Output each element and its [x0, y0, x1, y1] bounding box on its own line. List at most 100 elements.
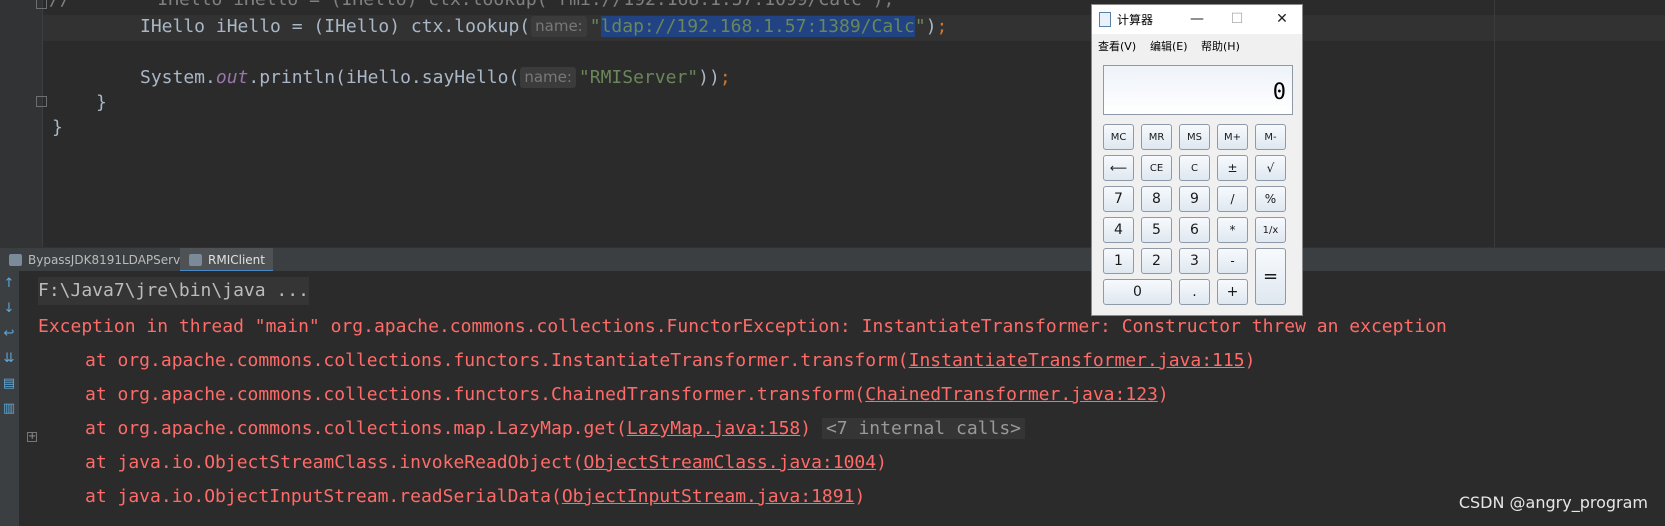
frame-text: at org.apache.commons.collections.map.La… — [85, 418, 627, 439]
key-6[interactable]: 6 — [1179, 217, 1210, 243]
close-button[interactable]: ✕ — [1268, 9, 1296, 29]
code-text: IHello iHello = (IHello) ctx.lookup( — [140, 16, 531, 37]
key-8[interactable]: 8 — [1141, 186, 1172, 212]
code-text: ) — [925, 16, 937, 37]
frame-text: ) — [1244, 350, 1256, 371]
tab-bypass-ldap-server[interactable]: BypassJDK8191LDAPServer — [0, 248, 201, 272]
key-mc[interactable]: MC — [1103, 124, 1134, 150]
right-margin-guide — [1494, 0, 1495, 247]
parameter-hint: name: — [531, 16, 587, 37]
key-divide[interactable]: / — [1217, 186, 1248, 212]
key-backspace[interactable]: ⟵ — [1103, 155, 1134, 181]
menu-help[interactable]: 帮助(H) — [1201, 38, 1240, 54]
console-output[interactable]: F:\Java7\jre\bin\java ... Exception in t… — [19, 271, 1665, 526]
up-arrow-icon[interactable]: ↑ — [2, 277, 16, 291]
key-multiply[interactable]: * — [1217, 217, 1248, 243]
tab-label: BypassJDK8191LDAPServer — [28, 253, 193, 267]
key-sqrt[interactable]: √ — [1255, 155, 1286, 181]
expand-icon[interactable]: + — [27, 432, 37, 442]
run-config-icon — [189, 254, 202, 266]
semicolon: ; — [936, 16, 948, 37]
fold-marker-icon[interactable] — [36, 96, 47, 107]
key-mr[interactable]: MR — [1141, 124, 1172, 150]
stack-frame: at org.apache.commons.collections.map.La… — [85, 415, 1026, 443]
key-9[interactable]: 9 — [1179, 186, 1210, 212]
stack-frame: at org.apache.commons.collections.functo… — [85, 347, 1255, 375]
soft-wrap-icon[interactable]: ↩ — [2, 327, 16, 341]
frame-text: at org.apache.commons.collections.functo… — [85, 384, 866, 405]
run-tab-bar: BypassJDK8191LDAPServer RMIClient — [0, 247, 1665, 272]
semicolon: ; — [719, 67, 731, 88]
calculator-titlebar[interactable]: 计算器 — ☐ ✕ — [1092, 5, 1302, 34]
key-plus[interactable]: + — [1217, 279, 1248, 305]
menu-edit[interactable]: 编辑(E) — [1150, 38, 1188, 54]
string-quote: " — [914, 16, 926, 37]
scroll-to-end-icon[interactable]: ⇊ — [2, 352, 16, 366]
code-line-lookup[interactable]: IHello iHello = (IHello) ctx.lookup(name… — [140, 14, 947, 40]
calculator-menubar: 查看(V) 编辑(E) 帮助(H) — [1092, 34, 1302, 56]
code-line-commented: // IHello iHello = (IHello) ctx.lookup("… — [49, 0, 894, 13]
frame-text: at org.apache.commons.collections.functo… — [85, 350, 909, 371]
source-link[interactable]: LazyMap.java:158 — [627, 418, 800, 439]
stack-frame: at java.io.ObjectInputStream.readSerialD… — [85, 483, 865, 511]
key-percent[interactable]: % — [1255, 186, 1286, 212]
parameter-hint: name: — [520, 67, 576, 88]
code-text: System. — [140, 67, 216, 88]
key-equals[interactable]: = — [1255, 248, 1286, 305]
key-ce[interactable]: CE — [1141, 155, 1172, 181]
maximize-button[interactable]: ☐ — [1223, 9, 1251, 29]
key-0[interactable]: 0 — [1103, 279, 1172, 305]
print-icon[interactable]: ▤ — [2, 377, 16, 391]
static-field-out: out — [215, 67, 249, 88]
watermark: CSDN @angry_program — [1458, 493, 1648, 512]
down-arrow-icon[interactable]: ↓ — [2, 302, 16, 316]
key-1[interactable]: 1 — [1103, 248, 1134, 274]
key-decimal[interactable]: . — [1179, 279, 1210, 305]
tab-rmi-client[interactable]: RMIClient — [180, 248, 273, 272]
trash-icon[interactable]: ▥ — [2, 402, 16, 416]
frame-text: at java.io.ObjectStreamClass.invokeReadO… — [85, 452, 584, 473]
menu-view[interactable]: 查看(V) — [1098, 38, 1136, 54]
minimize-button[interactable]: — — [1183, 9, 1211, 29]
source-link[interactable]: InstantiateTransformer.java:115 — [909, 350, 1245, 371]
code-line-brace-inner: } — [96, 92, 107, 113]
key-plus-minus[interactable]: ± — [1217, 155, 1248, 181]
code-line-brace-outer: } — [52, 117, 63, 138]
display-value: 0 — [1272, 80, 1286, 105]
fold-marker-icon[interactable] — [36, 0, 47, 9]
calculator-title: 计算器 — [1117, 13, 1154, 27]
run-config-icon — [9, 254, 22, 266]
source-link[interactable]: ChainedTransformer.java:123 — [865, 384, 1158, 405]
key-2[interactable]: 2 — [1141, 248, 1172, 274]
editor-gutter — [0, 0, 47, 247]
key-m-plus[interactable]: M+ — [1217, 124, 1248, 150]
selected-ldap-url[interactable]: ldap://192.168.1.57:1389/Calc — [600, 16, 915, 37]
code-text: )) — [698, 67, 720, 88]
frame-text: at java.io.ObjectInputStream.readSerialD… — [85, 486, 562, 507]
string-literal: "RMIServer" — [578, 67, 699, 88]
frame-text: ) — [854, 486, 866, 507]
key-4[interactable]: 4 — [1103, 217, 1134, 243]
code-line-println[interactable]: System.out.println(iHello.sayHello(name:… — [140, 65, 731, 91]
code-text: .println(iHello.sayHello( — [248, 67, 520, 88]
source-link[interactable]: ObjectInputStream.java:1891 — [562, 486, 855, 507]
key-c[interactable]: C — [1179, 155, 1210, 181]
key-minus[interactable]: - — [1217, 248, 1248, 274]
key-3[interactable]: 3 — [1179, 248, 1210, 274]
key-m-minus[interactable]: M- — [1255, 124, 1286, 150]
stack-frame: at org.apache.commons.collections.functo… — [85, 381, 1169, 409]
calculator-window[interactable]: 计算器 — ☐ ✕ 查看(V) 编辑(E) 帮助(H) 0 MC MR MS M… — [1091, 4, 1303, 316]
calculator-display: 0 — [1103, 65, 1293, 115]
key-7[interactable]: 7 — [1103, 186, 1134, 212]
code-editor[interactable]: // IHello iHello = (IHello) ctx.lookup("… — [0, 0, 1665, 247]
console-command: F:\Java7\jre\bin\java ... — [38, 277, 309, 305]
internal-calls-folded[interactable]: <7 internal calls> — [821, 418, 1026, 439]
source-link[interactable]: ObjectStreamClass.java:1004 — [584, 452, 877, 473]
key-reciprocal[interactable]: 1/x — [1255, 217, 1286, 243]
frame-text: ) — [1157, 384, 1169, 405]
console-exception: Exception in thread "main" org.apache.co… — [38, 316, 1447, 337]
frame-text: ) — [876, 452, 887, 473]
key-ms[interactable]: MS — [1179, 124, 1210, 150]
key-5[interactable]: 5 — [1141, 217, 1172, 243]
stack-frame: at java.io.ObjectStreamClass.invokeReadO… — [85, 449, 887, 477]
